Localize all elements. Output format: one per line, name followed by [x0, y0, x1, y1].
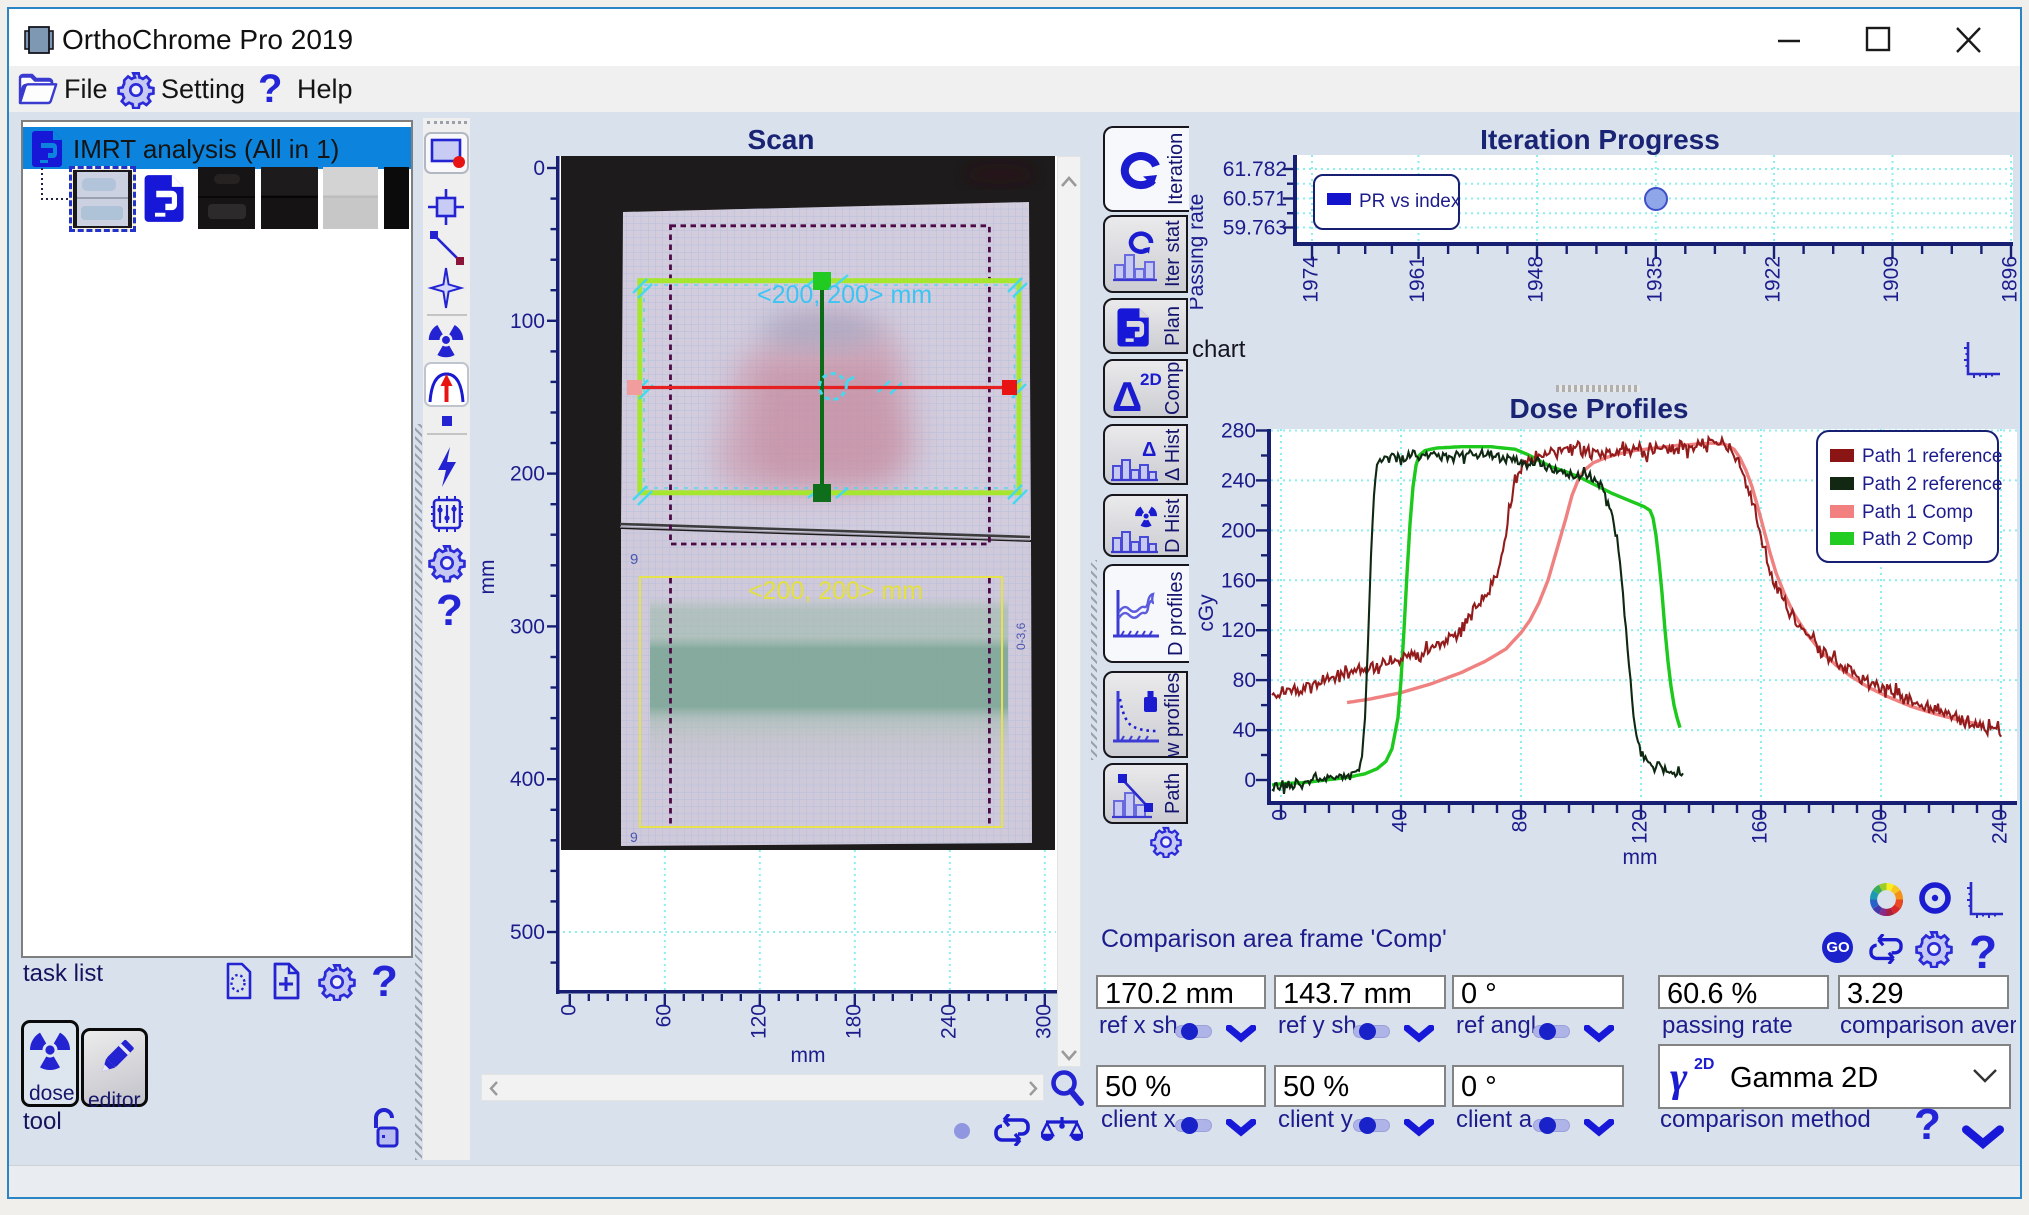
- svg-text:cGy: cGy: [1195, 594, 1218, 632]
- svg-text:0: 0: [557, 1004, 580, 1016]
- svg-text:120: 120: [1629, 809, 1652, 844]
- svg-text:280: 280: [1221, 420, 1256, 443]
- svg-text:1909: 1909: [1880, 256, 1903, 303]
- svg-text:1935: 1935: [1643, 256, 1666, 303]
- svg-text:0: 0: [533, 157, 545, 180]
- svg-text:60: 60: [652, 1004, 675, 1027]
- svg-text:60.571: 60.571: [1223, 188, 1287, 211]
- svg-text:40: 40: [1233, 719, 1256, 742]
- svg-text:400: 400: [510, 768, 545, 791]
- svg-text:120: 120: [1221, 619, 1256, 642]
- svg-text:<200, 200> mm: <200, 200> mm: [757, 281, 932, 309]
- svg-text:PR vs index: PR vs index: [1359, 191, 1461, 212]
- svg-text:mm: mm: [791, 1044, 826, 1067]
- svg-text:80: 80: [1233, 669, 1256, 692]
- svg-text:200: 200: [510, 463, 545, 486]
- svg-text:1948: 1948: [1525, 256, 1548, 303]
- svg-text:0: 0: [1244, 769, 1256, 792]
- svg-text:180: 180: [842, 1004, 865, 1039]
- svg-text:Path 1 reference: Path 1 reference: [1862, 446, 2002, 467]
- svg-text:1896: 1896: [1999, 256, 2022, 303]
- svg-text:Path 2 reference: Path 2 reference: [1862, 474, 2002, 495]
- svg-text:mm: mm: [1623, 846, 1658, 869]
- svg-text:160: 160: [1749, 809, 1772, 844]
- svg-text:300: 300: [1032, 1004, 1055, 1039]
- svg-text:500: 500: [510, 921, 545, 944]
- svg-text:0: 0: [1269, 809, 1292, 821]
- svg-text:59.763: 59.763: [1223, 217, 1287, 240]
- svg-text:<200, 200> mm: <200, 200> mm: [748, 577, 923, 605]
- svg-text:Δ: Δ: [1142, 439, 1156, 461]
- svg-text:1922: 1922: [1762, 256, 1785, 303]
- svg-text:Passing rate: Passing rate: [1190, 194, 1208, 311]
- svg-text:80: 80: [1509, 809, 1532, 832]
- svg-text:γ: γ: [1670, 1055, 1688, 1101]
- svg-text:9: 9: [630, 551, 638, 568]
- svg-text:9: 9: [630, 829, 638, 845]
- svg-text:160: 160: [1221, 569, 1256, 592]
- svg-text:1961: 1961: [1406, 256, 1429, 303]
- svg-text:240: 240: [937, 1004, 960, 1039]
- svg-text:40: 40: [1389, 809, 1412, 832]
- svg-text:61.782: 61.782: [1223, 158, 1287, 181]
- svg-text:100: 100: [510, 310, 545, 333]
- svg-text:2D: 2D: [1140, 370, 1161, 389]
- svg-text:mm: mm: [482, 560, 499, 595]
- svg-text:Path 1 Comp: Path 1 Comp: [1862, 502, 1973, 523]
- svg-text:240: 240: [1221, 469, 1256, 492]
- svg-text:240: 240: [1989, 809, 2012, 844]
- svg-text:Δ: Δ: [1112, 373, 1142, 417]
- svg-text:1974: 1974: [1300, 256, 1323, 303]
- svg-text:300: 300: [510, 615, 545, 638]
- svg-text:0-3,6: 0-3,6: [1014, 622, 1028, 650]
- svg-text:120: 120: [747, 1004, 770, 1039]
- svg-text:2D: 2D: [1694, 1056, 1714, 1073]
- svg-text:200: 200: [1221, 519, 1256, 542]
- svg-text:Path 2 Comp: Path 2 Comp: [1862, 529, 1973, 550]
- svg-text:200: 200: [1869, 809, 1892, 844]
